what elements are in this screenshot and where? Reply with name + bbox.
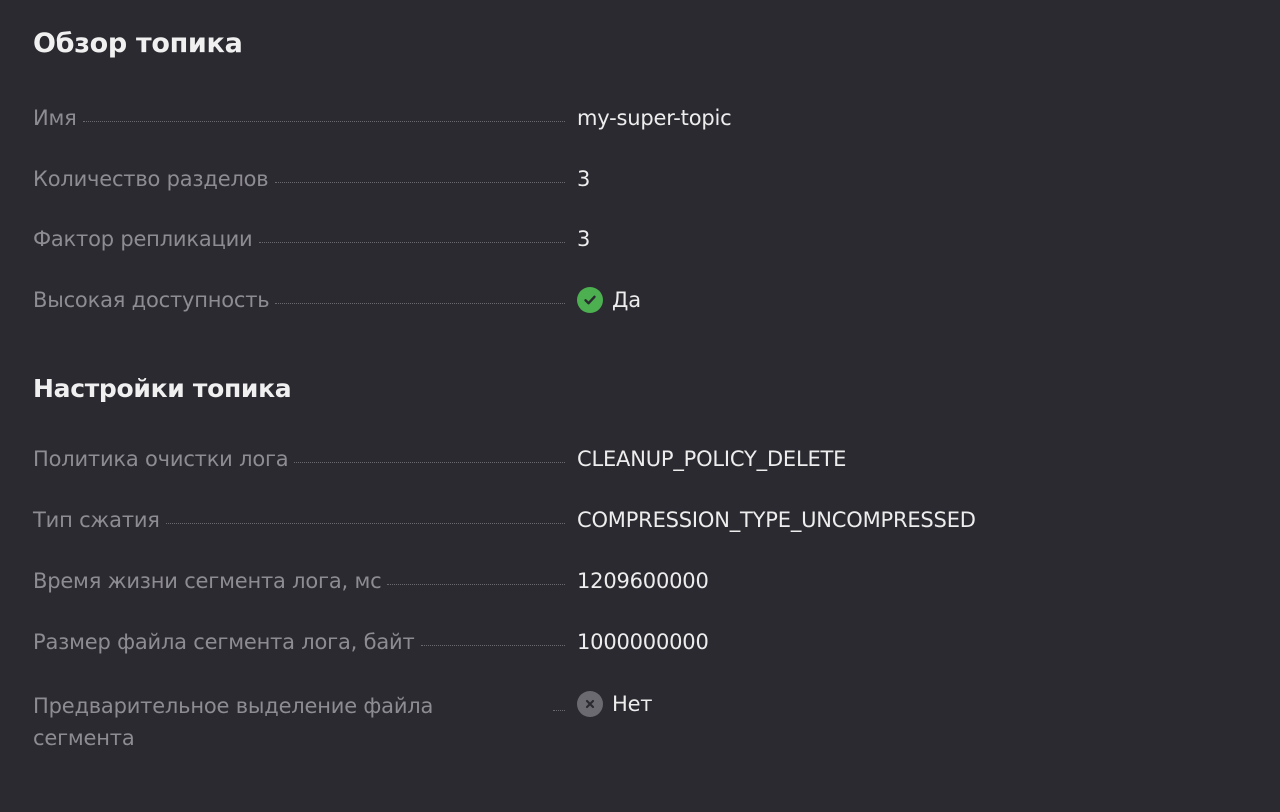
check-circle-icon (577, 287, 603, 313)
dotted-leader (420, 645, 565, 646)
dotted-leader (387, 584, 565, 585)
field-label: Имя (33, 106, 77, 130)
field-value: COMPRESSION_TYPE_UNCOMPRESSED (577, 508, 976, 532)
field-value: CLEANUP_POLICY_DELETE (577, 447, 847, 471)
field-label: Размер файла сегмента лога, байт (33, 630, 415, 654)
field-value: Нет (612, 692, 653, 716)
dotted-leader (275, 303, 565, 304)
field-label: Высокая доступность (33, 288, 270, 312)
field-value: 3 (577, 227, 591, 251)
field-value: Да (612, 288, 641, 312)
field-value: 1000000000 (577, 630, 709, 654)
field-value: 3 (577, 167, 591, 191)
field-label: Фактор репликации (33, 227, 253, 251)
dotted-leader (553, 710, 565, 711)
overview-section-title: Обзор топика (33, 28, 243, 59)
settings-section-title: Настройки топика (33, 374, 292, 403)
field-label: Количество разделов (33, 167, 269, 191)
field-label: Время жизни сегмента лога, мс (33, 569, 382, 593)
field-value: my-super-topic (577, 106, 732, 130)
field-label: Политика очистки лога (33, 447, 289, 471)
dotted-leader (274, 182, 565, 183)
dotted-leader (258, 242, 565, 243)
x-circle-icon (577, 691, 603, 717)
field-label: Тип сжатия (33, 508, 160, 532)
field-label: Предварительное выделение файла сегмента (33, 694, 434, 750)
dotted-leader (294, 462, 565, 463)
field-value: 1209600000 (577, 569, 709, 593)
dotted-leader (82, 121, 565, 122)
dotted-leader (165, 523, 565, 524)
